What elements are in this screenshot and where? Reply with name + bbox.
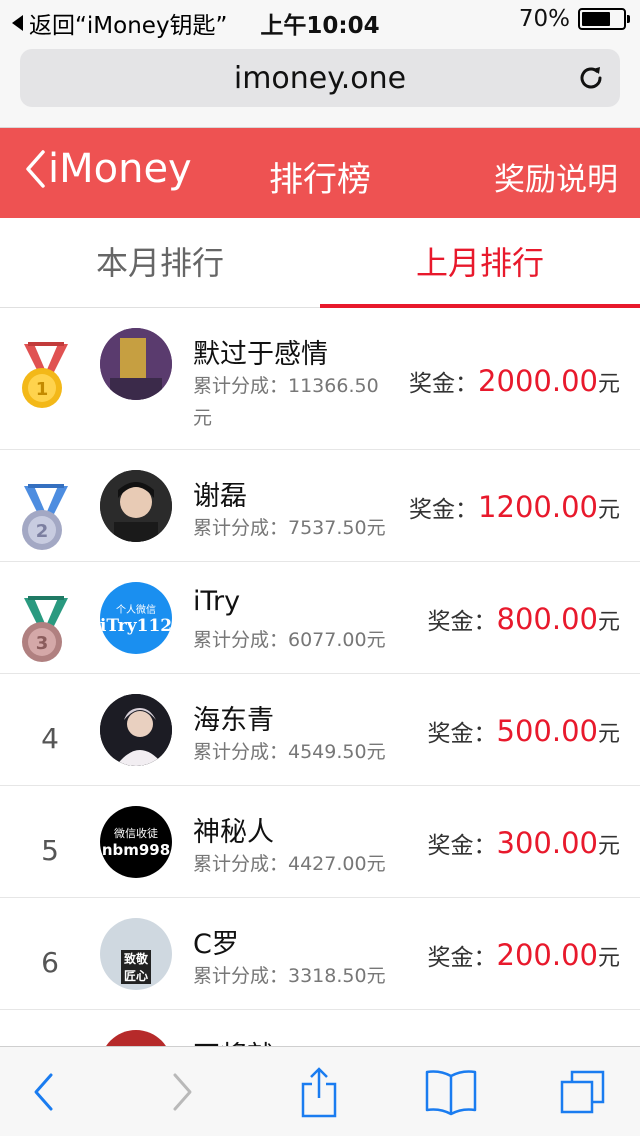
- reward-info-link[interactable]: 奖励说明: [494, 154, 618, 199]
- prize-unit: 元: [597, 834, 620, 859]
- prize-value: 300.00: [496, 826, 598, 860]
- prize-unit: 元: [597, 722, 620, 747]
- chevron-left-icon: [34, 1073, 53, 1111]
- cumulative-earnings: 累计分成：3318.50元: [193, 965, 386, 987]
- prize-label: 奖金：: [409, 497, 479, 523]
- prize-value: 800.00: [496, 602, 598, 636]
- app-header: iMoney 排行榜 奖励说明: [0, 128, 640, 218]
- rank-number: 5: [41, 834, 59, 867]
- book-icon: [425, 1070, 477, 1116]
- avatar-caption: 致敬: [120, 950, 151, 967]
- list-item[interactable]: 6 致敬 匠心 C罗 累计分成：3318.50元 奖金： 200.00 元: [0, 898, 640, 1010]
- prize-unit: 元: [597, 498, 620, 523]
- cumulative-earnings: 累计分成：4427.00元: [193, 853, 386, 875]
- cumulative-earnings: 累计分成：7537.50元: [193, 517, 386, 539]
- prize-label: 奖金：: [427, 945, 497, 971]
- browser-address-area: imoney.one: [0, 40, 640, 128]
- tabs-button[interactable]: [548, 1047, 618, 1136]
- share-button[interactable]: [284, 1047, 354, 1136]
- battery-percent: 70%: [518, 6, 570, 32]
- user-name: 神秘人: [193, 817, 274, 848]
- url-text: imoney.one: [233, 61, 407, 96]
- cumulative-earnings: 累计分成：6077.00元: [193, 629, 386, 651]
- cumulative-earnings: 累计分成：11366.50 元: [193, 375, 379, 429]
- prize: 奖金： 800.00 元: [428, 602, 621, 636]
- avatar[interactable]: [100, 694, 172, 766]
- user-name: iTry: [193, 586, 241, 617]
- list-item[interactable]: 2 谢磊 累计分成：7537.50元 奖金： 1200.00 元: [0, 450, 640, 562]
- prize-label: 奖金：: [427, 833, 497, 859]
- user-name: C罗: [193, 929, 239, 960]
- list-item[interactable]: 5 微信收徒 nbm998 神秘人 累计分成：4427.00元 奖金： 300.…: [0, 786, 640, 898]
- silver-medal-icon: 2: [22, 484, 68, 550]
- avatar[interactable]: 致敬 匠心: [100, 918, 172, 990]
- rank-number: 4: [41, 722, 59, 755]
- prize-value: 1200.00: [478, 490, 598, 524]
- prize-label: 奖金：: [427, 721, 497, 747]
- prize: 奖金： 300.00 元: [428, 826, 621, 860]
- gold-medal-icon: 1: [22, 342, 68, 408]
- battery-status: 70%: [518, 6, 630, 32]
- prize: 奖金： 200.00 元: [428, 938, 621, 972]
- address-bar[interactable]: imoney.one: [20, 49, 620, 107]
- tab-this-month[interactable]: 本月排行: [0, 218, 320, 308]
- user-name: 默过于感情: [193, 339, 328, 370]
- avatar-image: [100, 694, 172, 766]
- tab-last-month[interactable]: 上月排行: [320, 218, 640, 308]
- reload-icon[interactable]: [576, 63, 606, 93]
- chevron-right-icon: [173, 1073, 192, 1111]
- prize-unit: 元: [597, 946, 620, 971]
- svg-text:3: 3: [36, 633, 49, 654]
- prize-value: 200.00: [496, 938, 598, 972]
- status-bar: 返回“iMoney钥匙” 上午10:04 70%: [0, 0, 640, 40]
- bookmarks-button[interactable]: [416, 1047, 486, 1136]
- browser-back-button[interactable]: [8, 1047, 78, 1136]
- browser-forward-button[interactable]: [148, 1047, 218, 1136]
- list-item[interactable]: 3 个人微信 iTry112 iTry 累计分成：6077.00元 奖金： 80…: [0, 562, 640, 674]
- list-item[interactable]: 1 默过于感情 累计分成：11366.50 元 奖金： 2000.00 元: [0, 308, 640, 450]
- avatar-image: [100, 470, 172, 542]
- rank-number: 6: [41, 946, 59, 979]
- avatar-label: iTry112: [100, 615, 172, 636]
- prize-unit: 元: [597, 610, 620, 635]
- prize-label: 奖金：: [427, 609, 497, 635]
- prize: 奖金： 500.00 元: [428, 714, 621, 748]
- prize: 奖金： 2000.00 元: [409, 364, 620, 398]
- tabs-icon: [560, 1070, 605, 1114]
- battery-icon: [578, 8, 630, 30]
- avatar-label: 匠心: [120, 967, 151, 984]
- user-name: 海东青: [193, 705, 274, 736]
- cumulative-earnings: 累计分成：4549.50元: [193, 741, 386, 763]
- bronze-medal-icon: 3: [22, 596, 68, 662]
- prize-value: 2000.00: [478, 364, 598, 398]
- prize-label: 奖金：: [409, 371, 479, 397]
- prize-value: 500.00: [496, 714, 598, 748]
- avatar-caption: 微信收徒: [114, 827, 158, 840]
- prize-unit: 元: [597, 372, 620, 397]
- browser-toolbar: [0, 1046, 640, 1136]
- avatar[interactable]: [100, 470, 172, 542]
- prize: 奖金： 1200.00 元: [409, 490, 620, 524]
- avatar-label: nbm998: [101, 841, 171, 859]
- avatar-image: [100, 328, 172, 400]
- avatar-caption: 个人微信: [116, 604, 156, 616]
- avatar[interactable]: 微信收徒 nbm998: [100, 806, 172, 878]
- svg-text:2: 2: [36, 521, 49, 542]
- ranking-tabs: 本月排行 上月排行: [0, 218, 640, 308]
- list-item[interactable]: 4 海东青 累计分成：4549.50元 奖金： 500.00 元: [0, 674, 640, 786]
- svg-text:1: 1: [36, 379, 49, 400]
- user-name: 谢磊: [193, 481, 247, 512]
- battery-fill: [582, 12, 610, 26]
- avatar[interactable]: 个人微信 iTry112: [100, 582, 172, 654]
- share-icon: [301, 1067, 337, 1118]
- avatar[interactable]: [100, 328, 172, 400]
